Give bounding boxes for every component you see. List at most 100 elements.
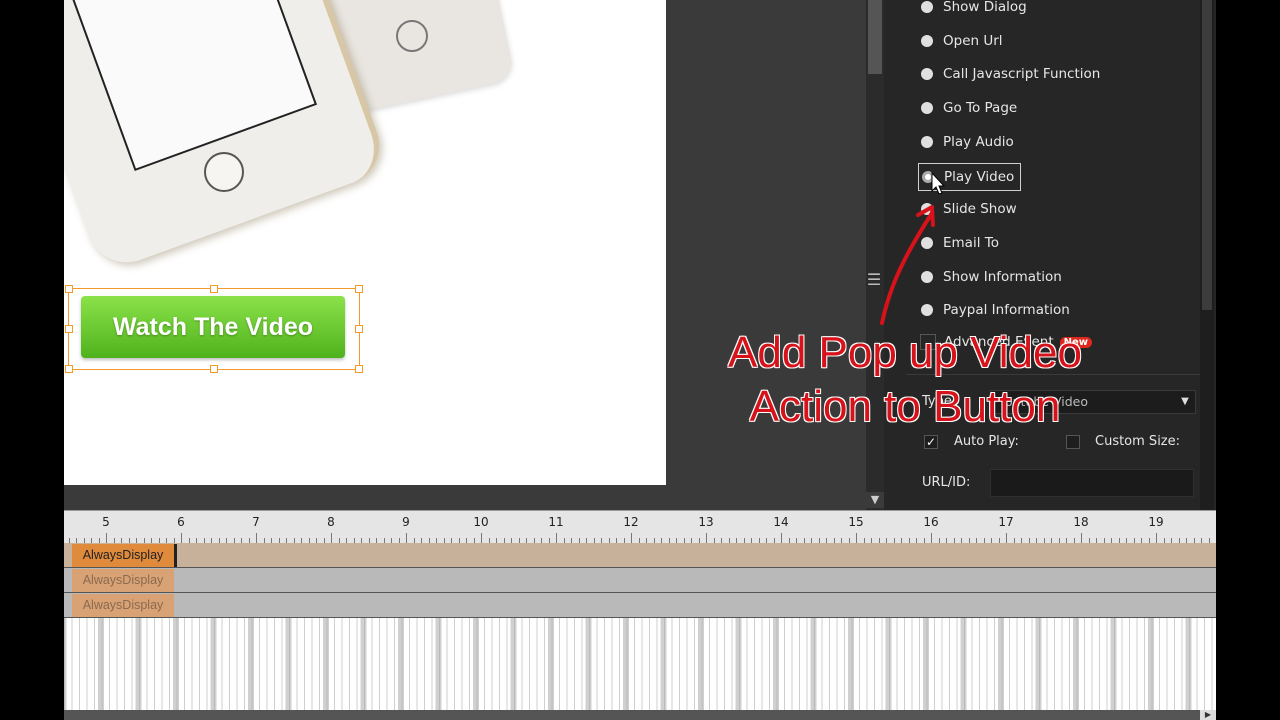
ruler-tick-label: 9 — [402, 515, 410, 529]
ruler-tick — [256, 533, 257, 543]
ruler-tick — [181, 533, 182, 543]
action-option-label: Show Information — [943, 268, 1062, 285]
radio-button[interactable] — [921, 102, 933, 115]
action-option-email-to[interactable]: Email To — [918, 230, 999, 256]
autoplay-checkbox[interactable]: ✓ — [924, 435, 938, 449]
advanced-event-label: Advanced Event — [944, 334, 1054, 350]
timeline-clip[interactable]: AlwaysDisplay — [72, 569, 174, 592]
resize-handle[interactable] — [65, 365, 73, 373]
ruler-tick-label: 18 — [1073, 515, 1089, 529]
timeline-grid-shading — [64, 618, 1216, 710]
action-option-label: Slide Show — [943, 201, 1017, 218]
radio-button[interactable] — [921, 135, 933, 148]
panel-divider — [906, 374, 1200, 375]
video-type-select[interactable]: Youtube Video — [990, 390, 1196, 414]
action-option-call-javascript-function[interactable]: Call Javascript Function — [918, 61, 1100, 87]
ruler-tick-label: 6 — [177, 515, 185, 529]
ruler-tick — [1081, 533, 1082, 543]
action-option-go-to-page[interactable]: Go To Page — [918, 95, 1017, 121]
timeline-clip[interactable]: AlwaysDisplay — [72, 544, 177, 567]
ruler-tick — [406, 533, 407, 543]
canvas-scroll-thumb[interactable] — [868, 0, 882, 74]
timeline-horizontal-scrollbar[interactable] — [64, 710, 1216, 720]
action-option-label: Email To — [943, 234, 999, 251]
ruler-tick-label: 14 — [773, 515, 789, 529]
ruler-tick — [781, 533, 782, 543]
resize-handle[interactable] — [355, 285, 363, 293]
advanced-event-option[interactable]: Advanced Event New — [918, 329, 1093, 355]
timeline-track[interactable] — [64, 543, 1216, 568]
resize-handle[interactable] — [65, 285, 73, 293]
radio-button[interactable] — [921, 203, 933, 216]
timeline-ruler[interactable]: 5 6 7 8 9 10 11 12 13 14 15 16 17 18 19 — [64, 510, 1216, 543]
page-stage[interactable] — [64, 0, 666, 485]
action-option-label: Call Javascript Function — [943, 66, 1101, 83]
flower-wallpaper — [135, 0, 248, 10]
ruler-tick-label: 19 — [1148, 515, 1164, 529]
ruler-tick-label: 5 — [102, 515, 110, 529]
action-option-label: Go To Page — [943, 100, 1018, 117]
custom-size-checkbox[interactable] — [1066, 435, 1080, 449]
resize-handle[interactable] — [355, 365, 363, 373]
resize-handle[interactable] — [355, 325, 363, 333]
action-option-label: Play Video — [944, 168, 1015, 185]
ruler-tick-label: 11 — [548, 515, 564, 529]
radio-button[interactable] — [921, 1, 933, 13]
watch-video-button[interactable]: Watch The Video — [81, 296, 345, 358]
radio-button[interactable] — [921, 270, 933, 283]
autoplay-label: Auto Play: — [954, 434, 1019, 449]
ruler-tick — [106, 533, 107, 543]
phone-home-button — [204, 152, 244, 192]
action-option-show-information[interactable]: Show Information — [918, 264, 1062, 290]
url-id-input[interactable] — [990, 469, 1194, 497]
resize-handle[interactable] — [210, 365, 218, 373]
triangle-right-icon[interactable]: ▶ — [1200, 710, 1216, 720]
ruler-tick-label: 17 — [998, 515, 1014, 529]
action-option-label: Show Dialog — [943, 0, 1027, 15]
ruler-tick-label: 12 — [623, 515, 639, 529]
ruler-tick — [631, 533, 632, 543]
ruler-tick — [481, 533, 482, 543]
action-option-label: Play Audio — [943, 133, 1014, 150]
timeline-clip[interactable]: AlwaysDisplay — [72, 594, 174, 617]
action-option-label: Paypal Information — [943, 302, 1070, 319]
new-badge: New — [1059, 336, 1093, 348]
radio-button[interactable] — [921, 304, 933, 317]
resize-handle[interactable] — [65, 325, 73, 333]
radio-button[interactable] — [921, 236, 933, 249]
url-label: URL/ID: — [922, 475, 971, 490]
action-option-play-video[interactable]: Play Video — [918, 162, 1022, 191]
ruler-tick-label: 13 — [698, 515, 714, 529]
right-black-border — [1216, 0, 1280, 720]
ruler-tick-label: 16 — [923, 515, 939, 529]
radio-button[interactable] — [921, 34, 933, 47]
timeline-track[interactable] — [64, 593, 1216, 618]
ruler-tick — [1156, 533, 1157, 543]
ruler-tick-label: 8 — [327, 515, 335, 529]
triangle-down-icon[interactable]: ▼ — [866, 492, 884, 508]
ruler-tick-label: 15 — [848, 515, 864, 529]
triangle-down-icon[interactable]: ▼ — [1174, 390, 1196, 414]
ruler-tick-label: 7 — [252, 515, 260, 529]
ruler-tick-label: 10 — [473, 515, 489, 529]
ruler-tick — [856, 533, 857, 543]
radio-button[interactable] — [922, 170, 934, 183]
action-option-open-url[interactable]: Open Url — [918, 28, 1003, 54]
advanced-event-checkbox[interactable] — [920, 334, 936, 350]
radio-button[interactable] — [921, 68, 933, 81]
action-option-play-audio[interactable]: Play Audio — [918, 129, 1014, 155]
canvas-vertical-scrollbar[interactable] — [866, 0, 884, 510]
action-option-paypal-information[interactable]: Paypal Information — [918, 297, 1070, 323]
action-option-slide-show[interactable]: Slide Show — [918, 196, 1017, 222]
timeline-track[interactable] — [64, 568, 1216, 593]
action-option-show-dialog[interactable]: Show Dialog — [918, 0, 1027, 20]
left-black-border — [0, 0, 64, 720]
ruler-tick — [706, 533, 707, 543]
grip-icon[interactable]: ☰ — [866, 270, 882, 290]
phone-back-home-button — [396, 20, 428, 52]
custom-size-label: Custom Size: — [1095, 434, 1181, 449]
type-label: Type: — [922, 394, 957, 409]
panel-scroll-thumb[interactable] — [1202, 0, 1212, 310]
ruler-tick — [931, 533, 932, 543]
resize-handle[interactable] — [210, 285, 218, 293]
